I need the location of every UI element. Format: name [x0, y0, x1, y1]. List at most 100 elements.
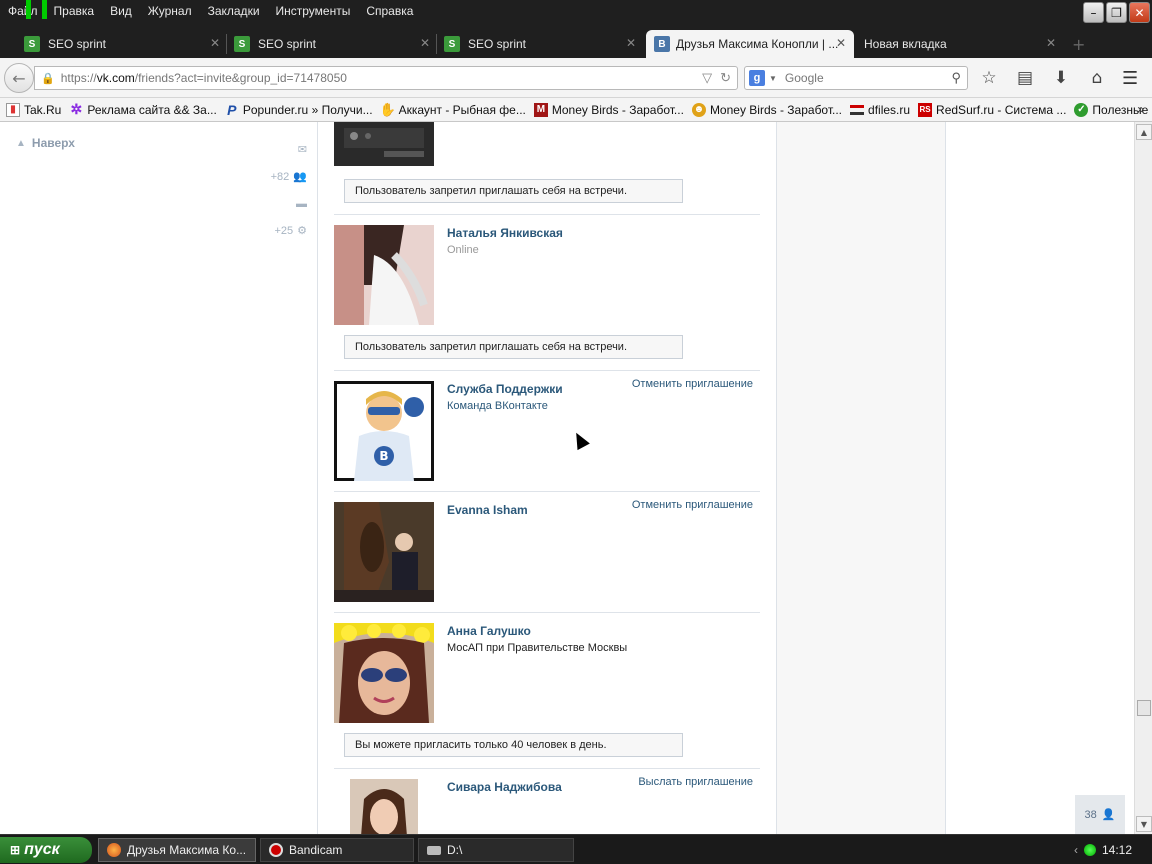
friend-name-link[interactable]: Служба Поддержки	[447, 382, 563, 396]
windows-logo-icon: ⊞	[10, 843, 21, 857]
left-counters: ✉ +82 👥 ▬ +25 ⚙	[247, 136, 307, 244]
comments-counter[interactable]: ▬	[247, 190, 307, 217]
menu-bookmarks[interactable]: Закладки	[208, 4, 260, 18]
friend-avatar[interactable]	[334, 623, 434, 723]
menu-tools[interactable]: Инструменты	[276, 4, 351, 18]
tab-separator	[226, 34, 227, 54]
close-tab-icon[interactable]: ✕	[420, 36, 430, 50]
menu-view[interactable]: Вид	[110, 4, 132, 18]
menu-help[interactable]: Справка	[366, 4, 413, 18]
bookmark-item[interactable]: ✋ Аккаунт - Рыбная фе...	[379, 102, 525, 117]
taskbar-item-bandicam[interactable]: Bandicam	[260, 838, 414, 862]
tray-expand-icon[interactable]: ‹	[1074, 843, 1078, 857]
friend-name-link[interactable]: Наталья Янкивская	[447, 226, 563, 240]
dropdown-arrow-icon[interactable]: ▽	[702, 70, 712, 86]
start-button[interactable]: ⊞ пуск	[0, 837, 92, 863]
send-invite-link[interactable]: Выслать приглашение	[638, 776, 753, 788]
friend-avatar[interactable]	[334, 122, 434, 166]
network-status-icon[interactable]	[1084, 844, 1096, 856]
tab-new[interactable]: Новая вкладка ✕	[864, 30, 1056, 58]
seo-sprint-icon: S	[444, 36, 460, 52]
new-tab-plus-icon[interactable]: +	[1072, 35, 1085, 54]
window-controls: – ❐ ✕	[1083, 2, 1150, 23]
bookmarks-bar: ▮ Tak.Ru ✲ Реклама сайта && За... P Popu…	[0, 98, 1152, 122]
taskbar-item-explorer[interactable]: D:\	[418, 838, 574, 862]
online-status: Online	[447, 244, 479, 256]
cancel-invite-link[interactable]: Отменить приглашение	[632, 378, 753, 390]
star-icon[interactable]: ☆	[978, 68, 1000, 88]
users-icon: 👥	[293, 171, 307, 183]
tab-vk-friends[interactable]: B Друзья Максима Конопли | ... ✕	[646, 30, 854, 58]
friend-row: B Служба Поддержки Команда ВКонтакте Отм…	[334, 371, 760, 492]
page-scrollbar[interactable]: ▲ ▼	[1134, 122, 1152, 834]
tab-label: SEO sprint	[468, 37, 527, 51]
friend-subtitle-link[interactable]: Команда ВКонтакте	[447, 400, 548, 412]
scrollbar-thumb[interactable]	[1137, 700, 1151, 716]
menu-history[interactable]: Журнал	[148, 4, 192, 18]
minimize-icon[interactable]: –	[1083, 2, 1104, 23]
search-placeholder: Google	[784, 71, 824, 85]
friends-counter[interactable]: +82 👥	[247, 163, 307, 190]
to-top-label: Наверх	[31, 136, 75, 150]
search-bar[interactable]: g ▼ Google ⚲	[744, 66, 968, 90]
cancel-invite-link[interactable]: Отменить приглашение	[632, 499, 753, 511]
menu-icon[interactable]: ☰	[1122, 68, 1138, 89]
friend-name-link[interactable]: Сивара Наджибова	[447, 780, 562, 794]
close-tab-icon[interactable]: ✕	[836, 36, 846, 50]
friend-avatar[interactable]	[350, 779, 418, 834]
support-mascot-image: B	[334, 381, 434, 481]
bookmark-item[interactable]: ▮ Tak.Ru	[6, 102, 61, 117]
task-label: D:\	[447, 843, 463, 857]
gear-icon: ⚙	[297, 225, 307, 237]
svg-text:B: B	[379, 449, 388, 463]
bookmark-item[interactable]: M Money Birds - Заработ...	[533, 102, 684, 117]
popunder-icon: P	[227, 101, 237, 118]
bookmark-item[interactable]: ✲ Реклама сайта && За...	[69, 101, 216, 117]
close-tab-icon[interactable]: ✕	[210, 36, 220, 50]
url-prefix: https://	[60, 71, 97, 85]
friend-row: Evanna Isham Отменить приглашение	[334, 492, 760, 613]
reading-list-icon[interactable]: ▤	[1014, 68, 1036, 88]
friend-avatar[interactable]: B	[334, 381, 434, 481]
bookmarks-overflow-icon[interactable]: »	[1137, 102, 1144, 116]
avatar-image	[334, 623, 434, 723]
online-friends-counter[interactable]: 38 👤	[1075, 795, 1125, 834]
friend-avatar[interactable]	[334, 502, 434, 602]
friend-name-link[interactable]: Evanna Isham	[447, 503, 528, 517]
task-label: Bandicam	[289, 843, 343, 857]
bookmark-item[interactable]: P Popunder.ru » Получи...	[225, 101, 372, 118]
settings-counter[interactable]: +25 ⚙	[247, 217, 307, 244]
bookmark-item[interactable]: dfiles.ru	[850, 103, 910, 117]
reload-icon[interactable]: ↻	[720, 70, 731, 86]
drive-icon	[427, 845, 441, 855]
close-window-icon[interactable]: ✕	[1129, 2, 1150, 23]
tab-seo-sprint-3[interactable]: S SEO sprint ✕	[444, 30, 636, 58]
home-icon[interactable]: ⌂	[1086, 68, 1108, 88]
menu-edit[interactable]: Правка	[54, 4, 95, 18]
avatar-image	[334, 122, 434, 166]
money-birds-icon: M	[533, 102, 548, 117]
scroll-up-arrow-icon[interactable]: ▲	[1136, 124, 1152, 140]
os-taskbar: ⊞ пуск Друзья Максима Ко... Bandicam D:\…	[0, 834, 1152, 864]
system-tray: ‹ 14:12	[1070, 837, 1152, 863]
tab-seo-sprint-1[interactable]: S SEO sprint ✕	[24, 30, 220, 58]
scroll-to-top-link[interactable]: ▲ Наверх	[16, 136, 75, 150]
google-icon[interactable]: g	[749, 70, 765, 86]
taskbar-item-firefox[interactable]: Друзья Максима Ко...	[98, 838, 256, 862]
menu-file[interactable]: Файл	[8, 4, 38, 18]
restore-icon[interactable]: ❐	[1106, 2, 1127, 23]
bookmark-item[interactable]: ☻ Money Birds - Заработ...	[691, 102, 842, 117]
chevron-down-icon[interactable]: ▼	[769, 74, 777, 83]
tab-seo-sprint-2[interactable]: S SEO sprint ✕	[234, 30, 430, 58]
close-tab-icon[interactable]: ✕	[1046, 36, 1056, 50]
download-icon[interactable]: ⬇	[1050, 68, 1072, 88]
back-arrow-icon[interactable]: ←	[4, 63, 34, 93]
friend-avatar[interactable]	[334, 225, 434, 325]
friend-name-link[interactable]: Анна Галушко	[447, 624, 531, 638]
url-bar[interactable]: 🔒 https:// vk.com /friends?act=invite&gr…	[34, 66, 738, 90]
messages-counter[interactable]: ✉	[247, 136, 307, 163]
bookmark-item[interactable]: RS RedSurf.ru - Система ...	[918, 102, 1066, 117]
scroll-down-arrow-icon[interactable]: ▼	[1136, 816, 1152, 832]
close-tab-icon[interactable]: ✕	[626, 36, 636, 50]
search-icon[interactable]: ⚲	[951, 70, 961, 86]
